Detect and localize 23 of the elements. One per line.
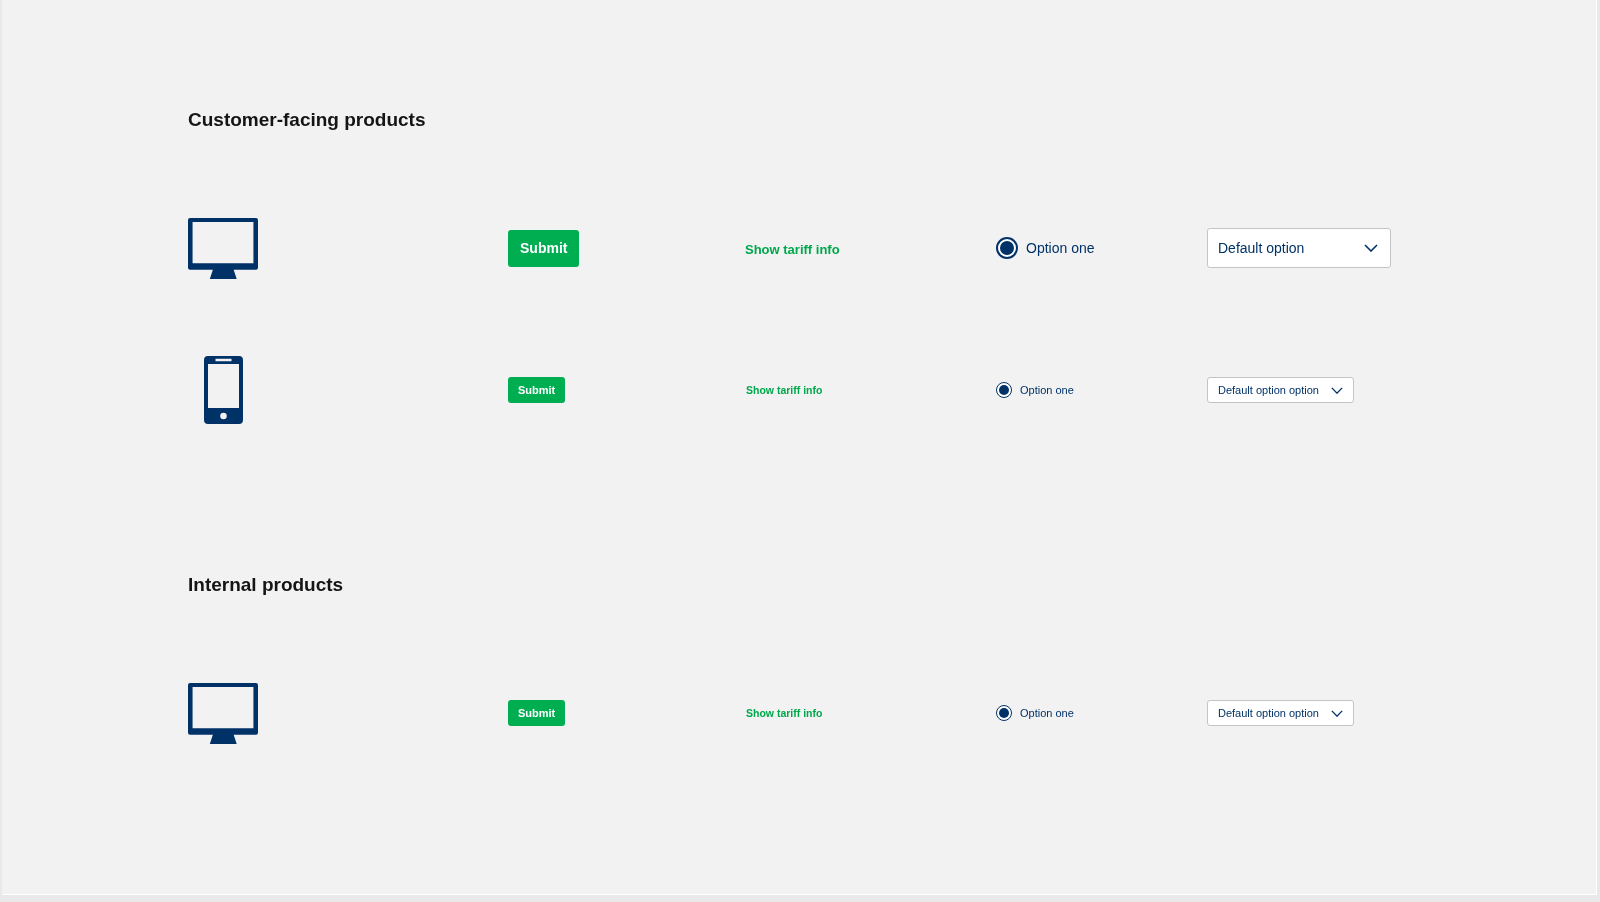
radio-button[interactable] [996, 705, 1012, 721]
radio-button[interactable] [996, 237, 1018, 259]
chevron-down-icon [1330, 709, 1343, 717]
monitor-icon [188, 682, 258, 744]
dropdown-select[interactable]: Default option [1207, 228, 1391, 268]
submit-button[interactable]: Submit [508, 700, 566, 726]
radio-label: Option one [1020, 384, 1074, 396]
tariff-info-link[interactable]: Show tariff info [745, 242, 840, 257]
radio-label: Option one [1026, 240, 1095, 256]
tariff-info-link[interactable]: Show tariff info [746, 384, 823, 396]
tariff-info-link[interactable]: Show tariff info [746, 707, 823, 719]
submit-button[interactable]: Submit [508, 229, 580, 267]
dropdown-select[interactable]: Default option option [1207, 700, 1354, 726]
chevron-down-icon [1330, 386, 1343, 394]
submit-button[interactable]: Submit [508, 377, 566, 403]
chevron-down-icon [1364, 244, 1378, 252]
section-heading: Internal products [188, 573, 344, 597]
smartphone-icon [203, 356, 243, 424]
section-heading: Customer-facing products [188, 108, 426, 132]
monitor-icon [188, 217, 258, 279]
radio-label: Option one [1020, 707, 1074, 719]
radio-button[interactable] [996, 382, 1012, 398]
dropdown-select[interactable]: Default option option [1207, 377, 1354, 403]
